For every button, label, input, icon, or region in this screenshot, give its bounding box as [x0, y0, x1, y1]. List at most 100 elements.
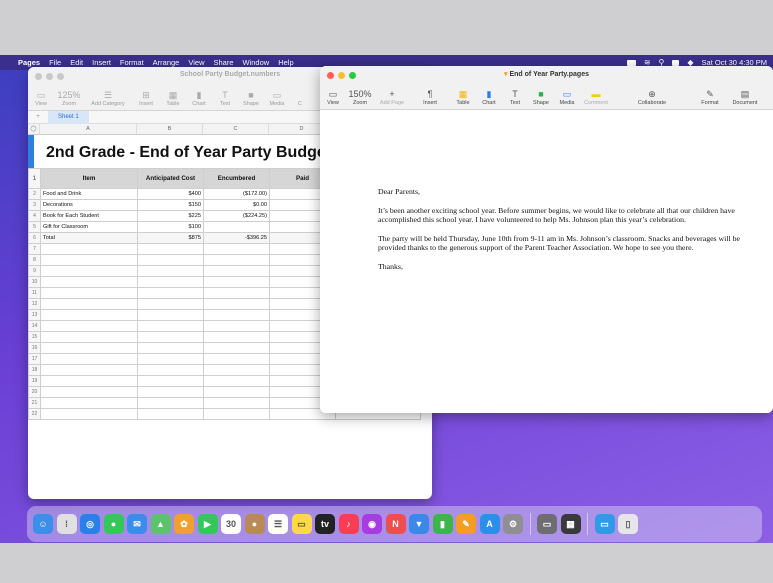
- facetime-icon[interactable]: ▶: [197, 514, 218, 534]
- menu-file[interactable]: File: [49, 58, 61, 67]
- table-cell[interactable]: $225: [137, 210, 204, 222]
- notes-icon[interactable]: ▭: [291, 514, 312, 534]
- row-number[interactable]: 19: [28, 375, 41, 387]
- table-cell[interactable]: [40, 320, 138, 332]
- table-cell[interactable]: ($224.25): [203, 210, 270, 222]
- maps-icon[interactable]: ▲: [150, 514, 171, 534]
- mail-icon[interactable]: ✉: [127, 514, 147, 534]
- table-cell[interactable]: [137, 243, 204, 255]
- table-cell[interactable]: [203, 298, 270, 310]
- letter-salutation[interactable]: Dear Parents,: [378, 187, 766, 197]
- toolbar-comment-button[interactable]: ▬ Comment: [580, 82, 612, 108]
- toolbar-media-button[interactable]: ▭ Media: [264, 83, 290, 109]
- table-cell[interactable]: $400: [137, 188, 204, 200]
- toolbar-table-button[interactable]: ▦ Table: [160, 83, 186, 109]
- table-title[interactable]: 2nd Grade - End of Year Party Budge: [46, 144, 326, 162]
- table-cell[interactable]: [203, 254, 270, 266]
- toolbar-add-page-button[interactable]: + Add Page: [374, 82, 410, 108]
- table-cell[interactable]: [137, 353, 204, 365]
- row-number[interactable]: 14: [28, 320, 41, 332]
- row-number[interactable]: 5: [28, 221, 41, 233]
- menu-window[interactable]: Window: [243, 58, 270, 67]
- menu-share[interactable]: Share: [213, 58, 233, 67]
- menu-arrange[interactable]: Arrange: [153, 58, 180, 67]
- table-cell[interactable]: [137, 397, 204, 409]
- toolbar-text-button[interactable]: T Text: [212, 83, 238, 109]
- table-cell[interactable]: [137, 309, 204, 321]
- sheet-tab[interactable]: Sheet 1: [48, 110, 89, 124]
- toolbar-zoom-button[interactable]: 150% Zoom: [346, 82, 374, 108]
- add-sheet-button[interactable]: +: [28, 114, 48, 120]
- table-cell[interactable]: [137, 331, 204, 343]
- table-cell[interactable]: [137, 320, 204, 332]
- table-cell[interactable]: $150: [137, 199, 204, 211]
- row-number[interactable]: 20: [28, 386, 41, 398]
- toolbar-format-button[interactable]: ✎ Format: [692, 82, 728, 108]
- table-cell[interactable]: $0.00: [203, 199, 270, 211]
- table-cell[interactable]: [203, 320, 270, 332]
- header-cell[interactable]: Anticipated Cost: [137, 168, 204, 189]
- menu-insert[interactable]: Insert: [92, 58, 111, 67]
- table-cell[interactable]: [40, 353, 138, 365]
- table-cell[interactable]: [203, 375, 270, 387]
- table-cell[interactable]: [40, 265, 138, 277]
- pages-icon[interactable]: ✎: [456, 514, 476, 534]
- row-number[interactable]: 22: [28, 408, 41, 420]
- toolbar-chart-button[interactable]: ▮ Chart: [186, 83, 212, 109]
- table-cell[interactable]: [40, 397, 138, 409]
- table-cell[interactable]: Gift for Classroom: [40, 221, 138, 233]
- table-cell[interactable]: [203, 265, 270, 277]
- safari-icon[interactable]: ◎: [80, 514, 100, 534]
- table-cell[interactable]: [40, 287, 138, 299]
- table-cell[interactable]: Food and Drink: [40, 188, 138, 200]
- column-header-b[interactable]: B: [137, 124, 203, 134]
- menu-app-name[interactable]: Pages: [18, 58, 40, 67]
- table-cell[interactable]: [203, 342, 270, 354]
- table-cell[interactable]: [203, 386, 270, 398]
- podcasts-icon[interactable]: ◉: [362, 514, 382, 534]
- row-number[interactable]: 10: [28, 276, 41, 288]
- row-number[interactable]: 12: [28, 298, 41, 310]
- letter-paragraph-1[interactable]: It’s been another exciting school year. …: [378, 206, 766, 225]
- table-cell[interactable]: [137, 276, 204, 288]
- toolbar-add-category-button[interactable]: ☰ Add Category: [84, 83, 132, 109]
- table-cell[interactable]: [40, 298, 138, 310]
- table-cell[interactable]: [137, 287, 204, 299]
- row-number[interactable]: 11: [28, 287, 41, 299]
- keynote-icon[interactable]: ▼: [409, 514, 429, 534]
- table-cell[interactable]: [203, 221, 270, 233]
- table-cell[interactable]: [203, 353, 270, 365]
- table-cell[interactable]: [40, 276, 138, 288]
- menu-help[interactable]: Help: [278, 58, 293, 67]
- table-cell[interactable]: [203, 287, 270, 299]
- news-icon[interactable]: N: [385, 514, 406, 534]
- table-cell[interactable]: [137, 386, 204, 398]
- table-cell[interactable]: Book for Each Student: [40, 210, 138, 222]
- row-number[interactable]: 21: [28, 397, 41, 409]
- table-cell[interactable]: [40, 386, 138, 398]
- table-cell[interactable]: [137, 298, 204, 310]
- photos-icon[interactable]: ✿: [174, 514, 194, 534]
- toolbar-text-button[interactable]: T Text: [502, 82, 528, 108]
- letter-body[interactable]: Dear Parents, It’s been another exciting…: [378, 187, 766, 281]
- header-cell[interactable]: Item: [40, 168, 138, 189]
- control-center-icon[interactable]: [672, 59, 680, 66]
- launchpad-icon[interactable]: ⁞: [56, 514, 77, 534]
- select-all-cell[interactable]: ◯: [28, 124, 40, 134]
- table-cell[interactable]: [40, 254, 138, 266]
- table-cell[interactable]: [203, 397, 270, 409]
- toolbar-view-button[interactable]: ▭ View: [28, 83, 54, 109]
- numbers-icon[interactable]: ▮: [432, 514, 453, 534]
- table-cell[interactable]: [137, 342, 204, 354]
- row-number[interactable]: 18: [28, 364, 41, 376]
- row-number[interactable]: 2: [28, 188, 41, 200]
- table-cell[interactable]: [40, 408, 138, 420]
- toolbar-zoom-button[interactable]: 125% Zoom: [54, 83, 84, 109]
- column-header-c[interactable]: C: [203, 124, 269, 134]
- row-number[interactable]: 4: [28, 210, 41, 222]
- row-number[interactable]: 3: [28, 199, 41, 211]
- table-cell[interactable]: [137, 265, 204, 277]
- toolbar-c-button[interactable]: C: [290, 83, 310, 109]
- calculator-icon[interactable]: ▦: [560, 514, 581, 534]
- downloads-folder-icon[interactable]: ▭: [594, 514, 615, 534]
